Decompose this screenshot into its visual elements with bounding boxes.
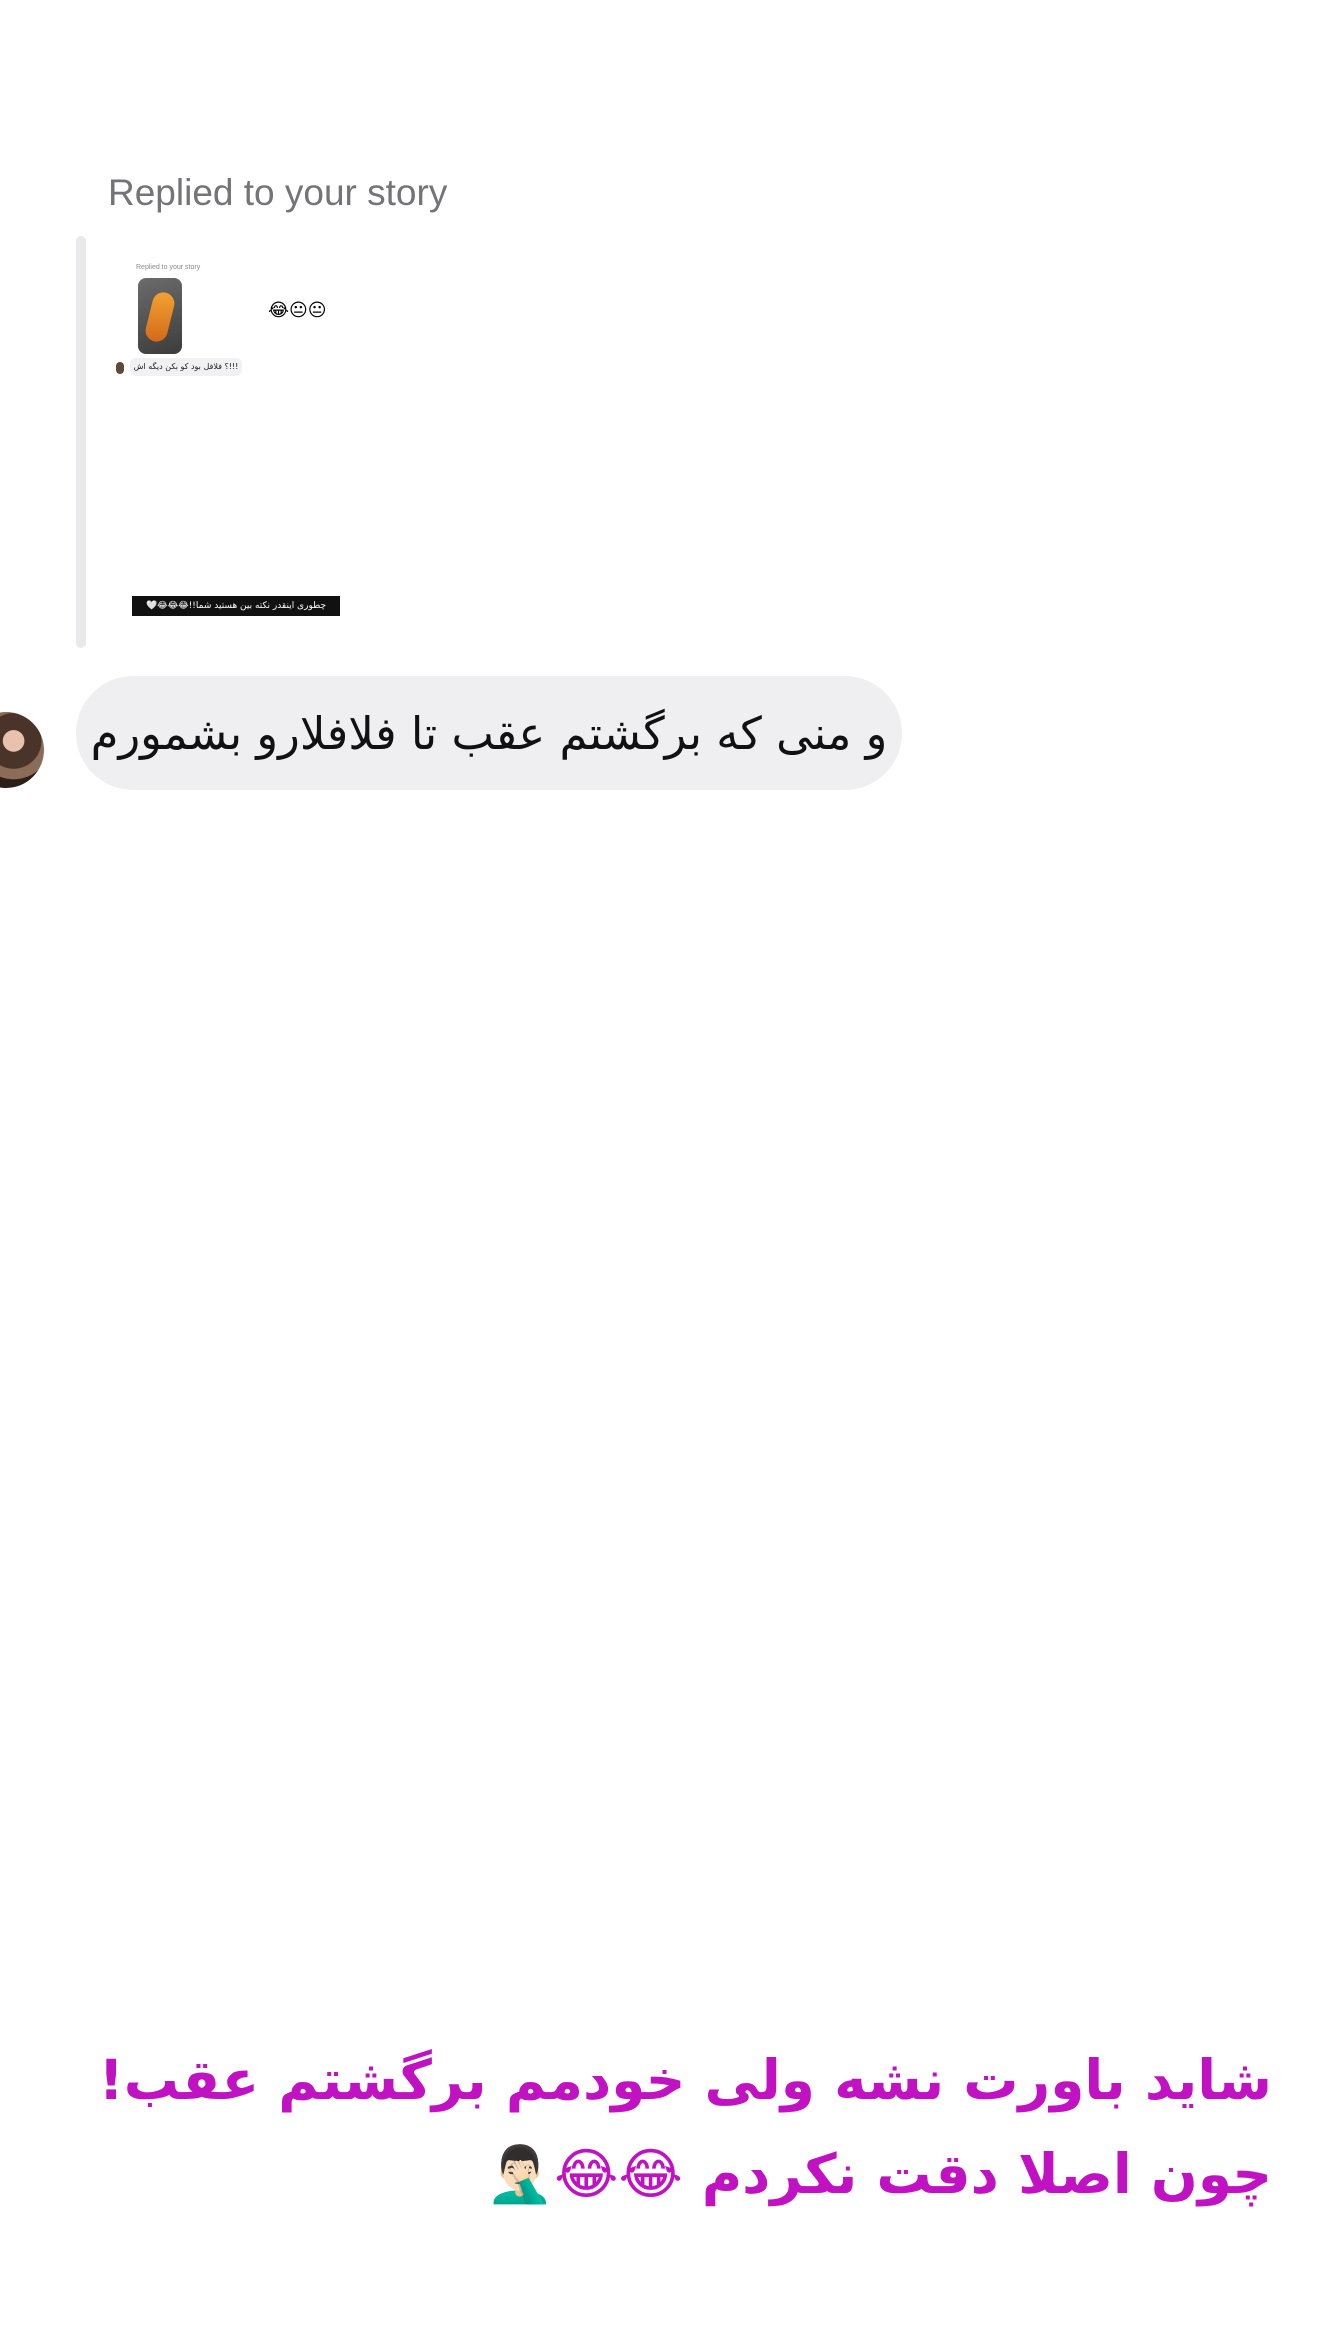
thumbnail-emojis: 😂😐😐	[268, 300, 327, 321]
caption-line-1: شاید باورت نشه ولی خودمم برگشتم عقب!	[98, 2048, 1272, 2112]
thumbnail-replied-label: Replied to your story	[136, 264, 201, 271]
story-thumbnail[interactable]: Replied to your story 😂😐😐 !!!؟ فلافل بود…	[110, 236, 350, 648]
avatar[interactable]	[0, 712, 44, 788]
message-bubble[interactable]: و منی که برگشتم عقب تا فلافلارو بشمورم	[76, 676, 902, 790]
falafel-plate-image	[143, 290, 177, 344]
caption-line-2: چون اصلا دقت نکردم 😂😂🤦🏻‍♂️	[486, 2142, 1272, 2207]
caption-emojis: 😂😂🤦🏻‍♂️	[485, 2142, 683, 2206]
replied-to-story-label: Replied to your story	[108, 172, 448, 213]
thumbnail-message-bubble: !!!؟ فلافل بود کو بکن دیگه اش	[130, 358, 242, 376]
thumbnail-avatar	[116, 362, 124, 374]
thumbnail-caption: چطوری اینقدر نکته بین هستید شما!!😂😂😂🤍	[132, 596, 340, 616]
thumbnail-falafel-image	[138, 278, 182, 354]
caption-line-2-text: چون اصلا دقت نکردم	[701, 2142, 1272, 2206]
message-text: و منی که برگشتم عقب تا فلافلارو بشمورم	[90, 706, 888, 760]
quote-bar	[76, 236, 86, 648]
